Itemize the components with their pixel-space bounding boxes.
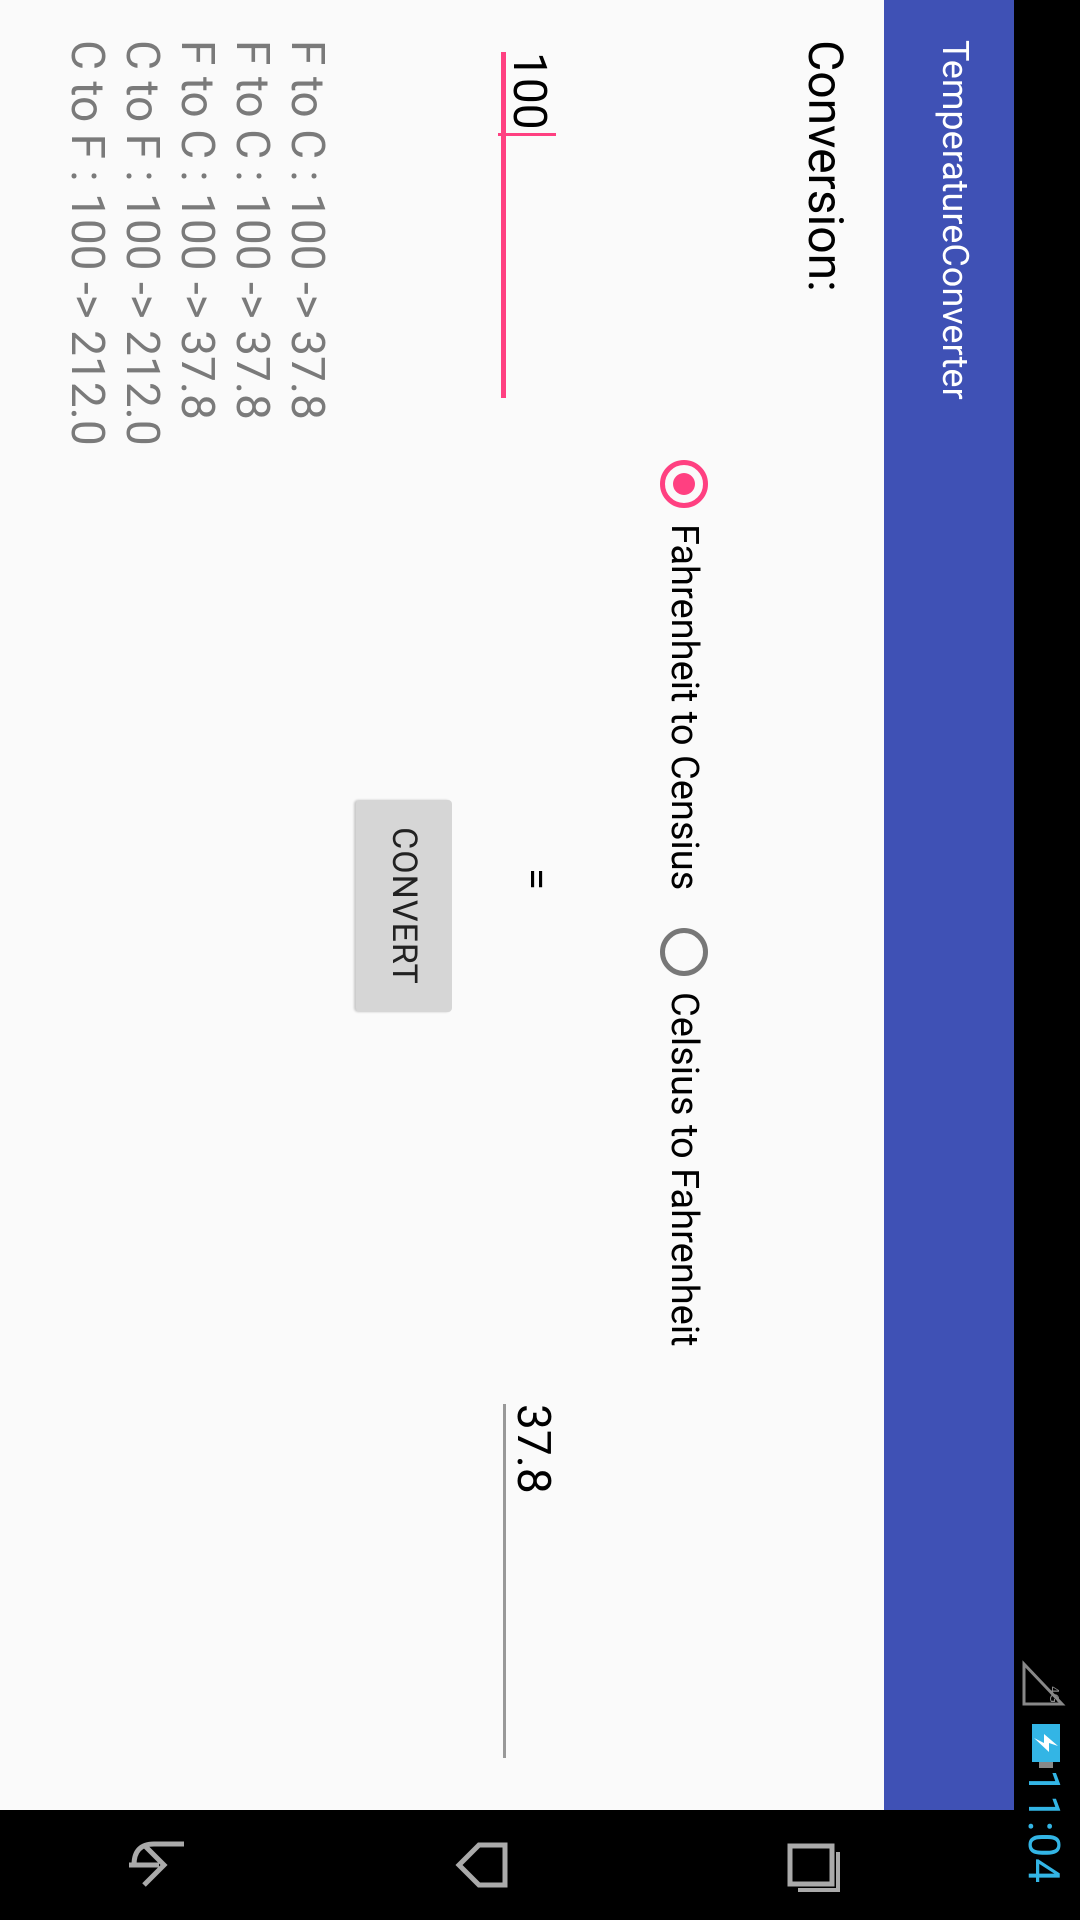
- radio-unchecked-icon: [660, 928, 708, 976]
- radio-fahrenheit-to-celsius[interactable]: Fahrenheit to Censius: [660, 460, 708, 890]
- back-icon[interactable]: [114, 1830, 194, 1900]
- battery-charging-icon: [1032, 1724, 1060, 1768]
- list-item: F to C : 100 -> 37.8: [225, 40, 279, 420]
- signal-icon: 4G: [1022, 1660, 1066, 1706]
- radio-label: Celsius to Fahrenheit: [662, 992, 706, 1347]
- convert-button[interactable]: CONVERT: [356, 800, 452, 1012]
- list-item: C to F : 100 -> 212.0: [115, 40, 169, 446]
- app-screen: 4G 11:04 TemperatureConverter Conversion…: [0, 0, 1080, 1920]
- radio-celsius-to-fahrenheit[interactable]: Celsius to Fahrenheit: [660, 928, 708, 1347]
- list-item: F to C : 100 -> 37.8: [280, 40, 334, 420]
- app-title: TemperatureConverter: [934, 40, 976, 400]
- equals-sign: =: [513, 868, 560, 890]
- list-item: C to F : 100 -> 212.0: [60, 40, 114, 446]
- temperature-input[interactable]: [502, 52, 556, 392]
- navigation-bar: [0, 1810, 1014, 1920]
- result-value: 37.8: [506, 1404, 560, 1494]
- result-underline: [503, 1404, 506, 1758]
- action-bar: TemperatureConverter: [884, 0, 1014, 1810]
- svg-text:4G: 4G: [1047, 1686, 1061, 1703]
- input-underline: [501, 52, 506, 398]
- home-icon[interactable]: [444, 1830, 524, 1900]
- conversion-label: Conversion:: [797, 40, 854, 292]
- history-list[interactable]: F to C : 100 -> 37.8 F to C : 100 -> 37.…: [0, 40, 334, 540]
- status-bar: 4G 11:04: [1014, 0, 1080, 1920]
- radio-label: Fahrenheit to Censius: [662, 524, 706, 891]
- text-cursor: [498, 133, 556, 136]
- radio-checked-icon: [660, 460, 708, 508]
- status-time: 11:04: [1018, 1769, 1070, 1884]
- list-item: F to C : 100 -> 37.8: [170, 40, 224, 420]
- recents-icon[interactable]: [774, 1830, 854, 1900]
